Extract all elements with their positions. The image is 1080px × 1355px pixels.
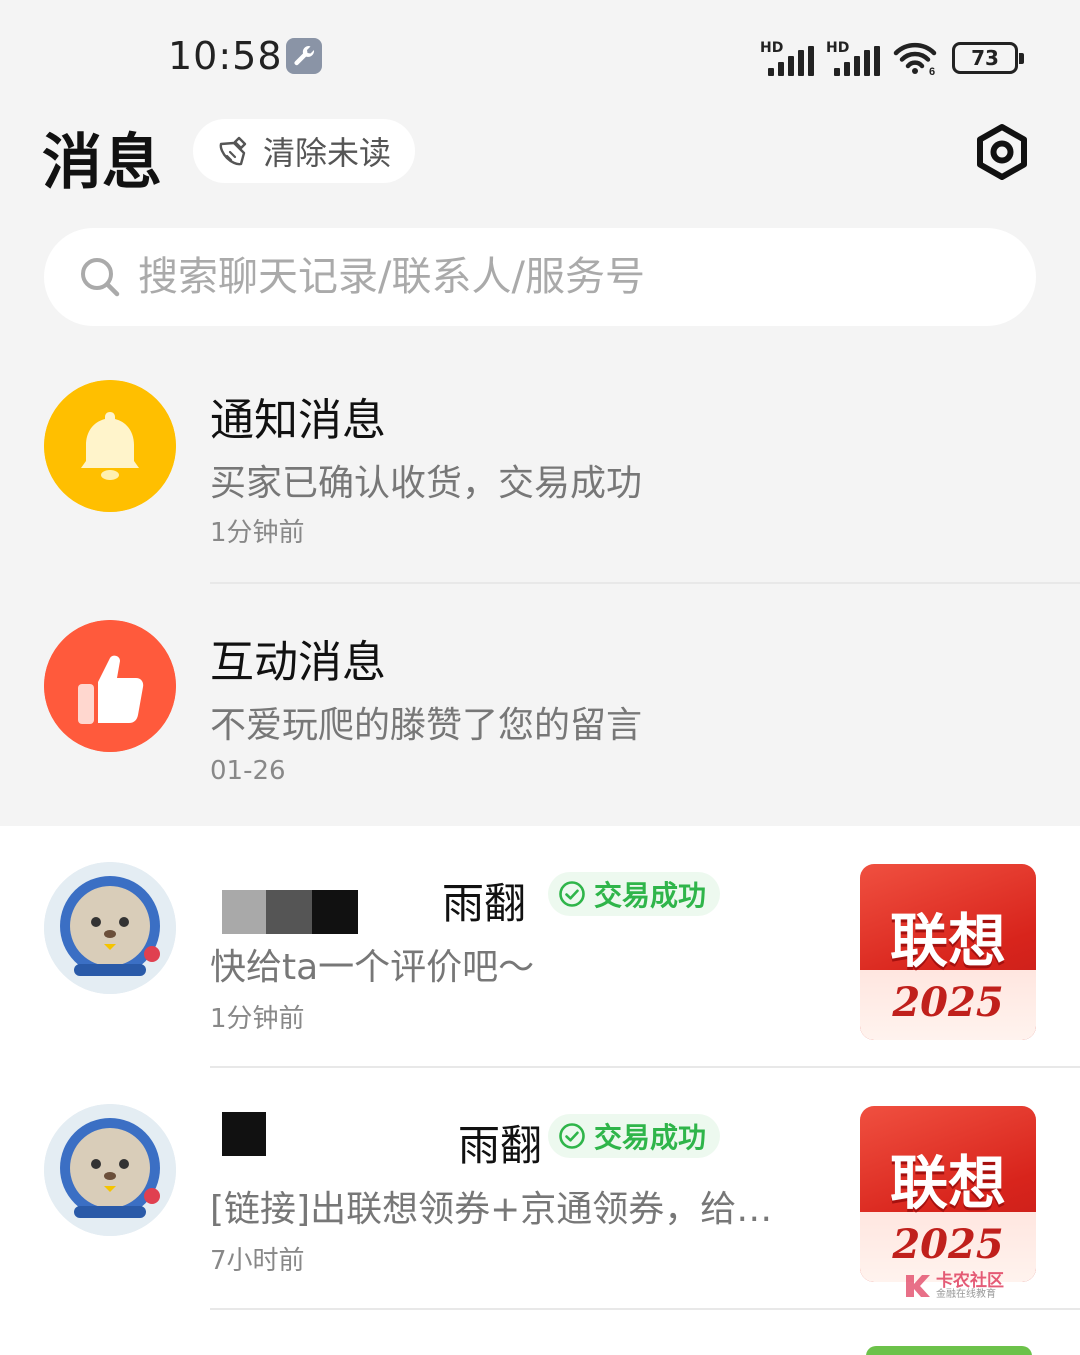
settings-button[interactable] xyxy=(972,122,1032,182)
status-badge: 交易成功 xyxy=(548,872,721,916)
status-icons: HD HD 6 73 xyxy=(760,38,1024,78)
interaction-message-row[interactable]: 互动消息 不爱玩爬的滕赞了您的留言 01-26 xyxy=(0,612,1080,826)
wifi-icon: 6 xyxy=(893,42,937,76)
clear-unread-label: 清除未读 xyxy=(263,134,392,172)
watermark: 卡农社区 金融在线教育 xyxy=(902,1268,1032,1304)
redacted-name xyxy=(222,1112,266,1156)
broom-icon xyxy=(219,136,247,166)
row-time: 1分钟前 xyxy=(210,518,305,548)
product-thumbnail[interactable]: 联想 2025 xyxy=(860,1106,1036,1282)
search-bar[interactable] xyxy=(44,228,1036,326)
search-icon xyxy=(81,258,120,297)
status-badge: 交易成功 xyxy=(548,1114,721,1158)
row-time: 1分钟前 xyxy=(210,1004,305,1034)
divider xyxy=(210,1066,1080,1068)
check-circle-icon xyxy=(559,881,585,907)
signal-icon: HD xyxy=(760,40,814,76)
chat-name: 雨翻 xyxy=(442,879,527,928)
row-preview: 快给ta一个评价吧～ xyxy=(210,947,535,988)
row-title: 互动消息 xyxy=(210,637,386,688)
page-title: 消息 xyxy=(42,128,162,198)
redacted-name xyxy=(222,890,358,934)
divider xyxy=(210,1308,1080,1310)
row-title: 通知消息 xyxy=(210,395,386,446)
notification-message-row[interactable]: 通知消息 买家已确认收货，交易成功 1分钟前 xyxy=(0,370,1080,584)
status-bar: 10:58 HD HD 6 73 xyxy=(0,0,1080,110)
chat-row[interactable]: 雨翻 交易成功 快给ta一个评价吧～ 1分钟前 联想 2025 xyxy=(0,852,1080,1068)
row-time: 01-26 xyxy=(210,756,286,786)
battery-icon: 73 xyxy=(952,42,1024,74)
bell-icon xyxy=(44,380,176,512)
wrench-icon xyxy=(286,38,322,74)
row-preview: [链接]出联想领券+京通领券，给… xyxy=(210,1189,773,1230)
signal-icon: HD xyxy=(826,40,880,76)
watermark-logo-icon xyxy=(906,1275,930,1297)
svg-text:6: 6 xyxy=(929,66,935,76)
check-circle-icon xyxy=(559,1123,585,1149)
avatar xyxy=(44,862,176,994)
thumbs-up-icon xyxy=(44,620,176,752)
clear-unread-button[interactable]: 清除未读 xyxy=(193,119,415,183)
next-thumbnail xyxy=(866,1346,1032,1355)
header: 消息 清除未读 xyxy=(0,110,1080,200)
divider xyxy=(210,582,1080,584)
row-time: 7小时前 xyxy=(210,1246,305,1276)
row-preview: 不爱玩爬的滕赞了您的留言 xyxy=(210,705,643,746)
avatar xyxy=(44,1104,176,1236)
chat-name: 雨翻 xyxy=(458,1121,543,1170)
status-time: 10:58 xyxy=(168,34,283,78)
gear-icon xyxy=(977,124,1027,180)
row-preview: 买家已确认收货，交易成功 xyxy=(210,463,643,504)
search-input[interactable] xyxy=(138,254,998,300)
product-thumbnail[interactable]: 联想 2025 xyxy=(860,864,1036,1040)
